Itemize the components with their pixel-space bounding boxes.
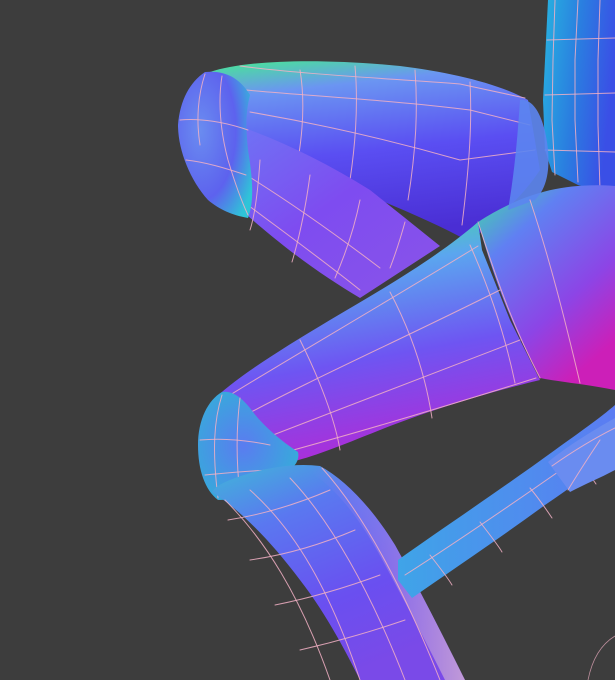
- torso[interactable]: [543, 0, 615, 196]
- partial-object: [587, 635, 615, 680]
- 3d-viewport[interactable]: [0, 0, 615, 680]
- arm[interactable]: [398, 405, 615, 598]
- mesh-render: [178, 0, 615, 680]
- knee-back: [178, 71, 253, 218]
